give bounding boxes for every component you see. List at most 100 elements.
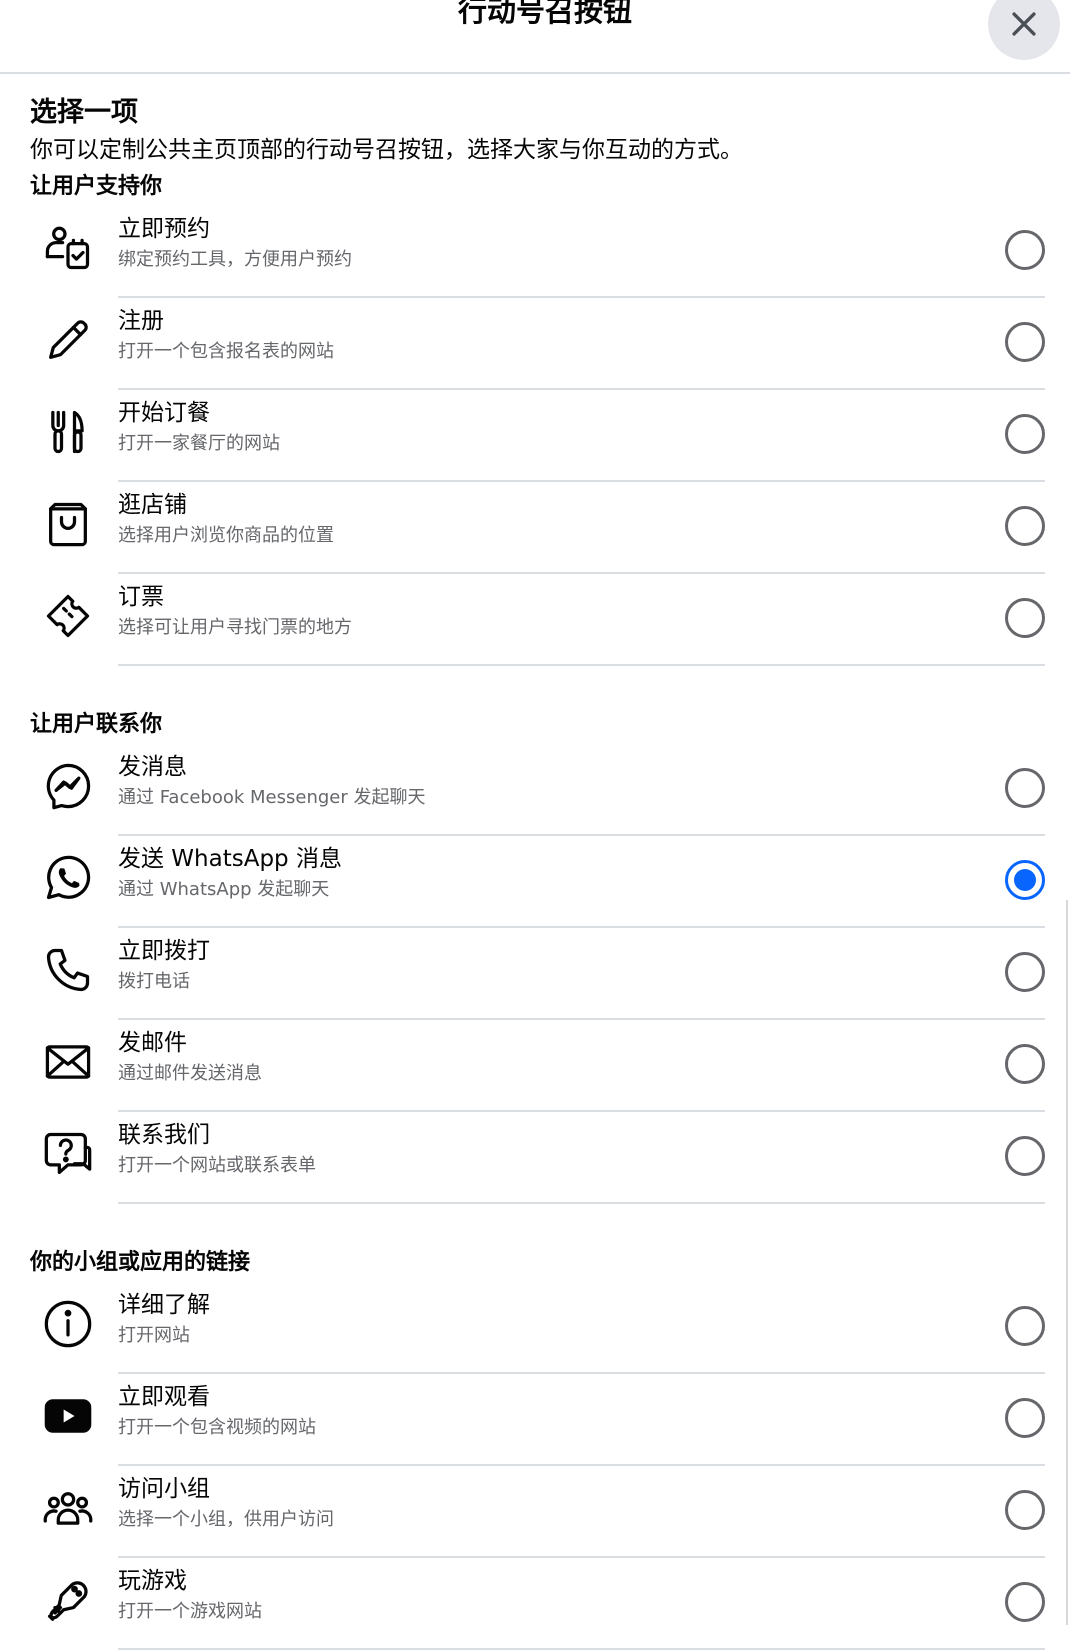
option-radio[interactable]	[1005, 1582, 1045, 1622]
whatsapp-icon	[40, 850, 96, 906]
utensils-icon	[40, 404, 96, 460]
option-item[interactable]: 联系我们打开一个网站或联系表单	[0, 1112, 1070, 1204]
option-text: 联系我们打开一个网站或联系表单	[118, 1118, 990, 1180]
option-subtitle: 打开一个游戏网站	[118, 1601, 262, 1622]
option-title: 联系我们	[118, 1122, 210, 1148]
option-radio[interactable]	[1005, 1044, 1045, 1084]
option-title: 立即预约	[118, 216, 210, 242]
option-subtitle: 打开一家餐厅的网站	[118, 433, 280, 454]
section-title: 让用户支持你	[30, 174, 163, 199]
group-icon	[40, 1480, 96, 1536]
option-text: 逛店铺选择用户浏览你商品的位置	[118, 488, 990, 550]
help-chat-icon	[40, 1126, 96, 1182]
dialog-title: 行动号召按钮	[457, 0, 632, 28]
option-radio[interactable]	[1005, 1490, 1045, 1530]
option-radio[interactable]	[1005, 860, 1045, 900]
intro-description: 你可以定制公共主页顶部的行动号召按钮，选择大家与你互动的方式。	[30, 137, 743, 163]
option-item[interactable]: 详细了解 打开网站	[0, 1282, 1070, 1374]
option-radio[interactable]	[1005, 322, 1045, 362]
divider	[118, 664, 1045, 666]
intro-title: 选择一项	[30, 97, 138, 128]
option-radio[interactable]	[1005, 230, 1045, 270]
intro: 选择一项 你可以定制公共主页顶部的行动号召按钮，选择大家与你互动的方式。	[0, 74, 1070, 168]
option-radio[interactable]	[1005, 768, 1045, 808]
option-item[interactable]: 立即拨打 拨打电话	[0, 928, 1070, 1020]
option-sections: 让用户支持你立即预约绑定预约工具，方便用户预约注册打开一个包含报名表的网站开始订…	[0, 168, 1070, 1650]
section-title: 你的小组或应用的链接	[30, 1250, 251, 1275]
option-radio[interactable]	[1005, 1398, 1045, 1438]
option-item[interactable]: 玩游戏打开一个游戏网站	[0, 1558, 1070, 1650]
option-text: 订票选择可让用户寻找门票的地方	[118, 580, 990, 642]
option-title: 订票	[118, 584, 164, 610]
option-item[interactable]: 发送 WhatsApp 消息通过 WhatsApp 发起聊天	[0, 836, 1070, 928]
option-radio[interactable]	[1005, 414, 1045, 454]
option-text: 玩游戏打开一个游戏网站	[118, 1564, 990, 1626]
option-title: 逛店铺	[118, 492, 187, 518]
option-subtitle: 选择一个小组，供用户访问	[118, 1509, 334, 1530]
option-title: 玩游戏	[118, 1568, 187, 1594]
option-text: 立即拨打 拨打电话	[118, 934, 990, 996]
option-radio[interactable]	[1005, 1136, 1045, 1176]
close-button[interactable]	[988, 0, 1060, 60]
option-subtitle: 绑定预约工具，方便用户预约	[118, 249, 352, 270]
option-title: 发消息	[118, 754, 187, 780]
option-subtitle: 打开一个包含报名表的网站	[118, 341, 334, 362]
option-subtitle: 打开一个网站或联系表单	[118, 1155, 316, 1176]
close-icon	[1012, 12, 1036, 36]
scrollbar[interactable]	[1066, 900, 1068, 1625]
option-subtitle: 拨打电话	[118, 971, 190, 992]
option-radio[interactable]	[1005, 598, 1045, 638]
youtube-play-icon	[40, 1388, 96, 1444]
option-item[interactable]: 逛店铺选择用户浏览你商品的位置	[0, 482, 1070, 574]
option-title: 开始订餐	[118, 400, 210, 426]
envelope-icon	[40, 1034, 96, 1090]
option-item[interactable]: 立即预约绑定预约工具，方便用户预约	[0, 206, 1070, 298]
messenger-icon	[40, 758, 96, 814]
option-subtitle: 通过邮件发送消息	[118, 1063, 262, 1084]
option-text: 注册打开一个包含报名表的网站	[118, 304, 990, 366]
option-item[interactable]: 立即观看打开一个包含视频的网站	[0, 1374, 1070, 1466]
dialog-header: 行动号召按钮	[0, 0, 1070, 74]
game-controller-icon	[40, 1572, 96, 1628]
option-text: 立即观看打开一个包含视频的网站	[118, 1380, 990, 1442]
info-icon	[40, 1296, 96, 1352]
option-subtitle: 打开网站	[118, 1325, 190, 1346]
option-title: 立即观看	[118, 1384, 210, 1410]
option-text: 立即预约绑定预约工具，方便用户预约	[118, 212, 990, 274]
option-text: 详细了解 打开网站	[118, 1288, 990, 1350]
option-title: 发送 WhatsApp 消息	[118, 846, 342, 872]
option-text: 开始订餐打开一家餐厅的网站	[118, 396, 990, 458]
option-radio[interactable]	[1005, 952, 1045, 992]
option-title: 立即拨打	[118, 938, 210, 964]
option-subtitle: 打开一个包含视频的网站	[118, 1417, 316, 1438]
pencil-icon	[40, 312, 96, 368]
option-item[interactable]: 发消息通过 Facebook Messenger 发起聊天	[0, 744, 1070, 836]
option-text: 发送 WhatsApp 消息通过 WhatsApp 发起聊天	[118, 842, 990, 904]
option-title: 详细了解	[118, 1292, 210, 1318]
option-text: 发邮件通过邮件发送消息	[118, 1026, 990, 1088]
shopping-bag-icon	[40, 496, 96, 552]
appointment-icon	[40, 220, 96, 276]
option-item[interactable]: 访问小组选择一个小组，供用户访问	[0, 1466, 1070, 1558]
option-subtitle: 通过 WhatsApp 发起聊天	[118, 879, 330, 900]
option-radio[interactable]	[1005, 506, 1045, 546]
option-item[interactable]: 开始订餐打开一家餐厅的网站	[0, 390, 1070, 482]
option-item[interactable]: 订票选择可让用户寻找门票的地方	[0, 574, 1070, 666]
phone-icon	[40, 942, 96, 998]
option-text: 访问小组选择一个小组，供用户访问	[118, 1472, 990, 1534]
ticket-icon	[40, 588, 96, 644]
option-text: 发消息通过 Facebook Messenger 发起聊天	[118, 750, 990, 812]
option-title: 注册	[118, 308, 164, 334]
option-title: 发邮件	[118, 1030, 187, 1056]
option-subtitle: 选择用户浏览你商品的位置	[118, 525, 334, 546]
option-title: 访问小组	[118, 1476, 210, 1502]
divider	[118, 1202, 1045, 1204]
option-radio[interactable]	[1005, 1306, 1045, 1346]
option-subtitle: 选择可让用户寻找门票的地方	[118, 617, 352, 638]
dialog-content: 选择一项 你可以定制公共主页顶部的行动号召按钮，选择大家与你互动的方式。 让用户…	[0, 74, 1070, 1650]
option-item[interactable]: 发邮件通过邮件发送消息	[0, 1020, 1070, 1112]
option-subtitle: 通过 Facebook Messenger 发起聊天	[118, 787, 426, 808]
option-item[interactable]: 注册打开一个包含报名表的网站	[0, 298, 1070, 390]
